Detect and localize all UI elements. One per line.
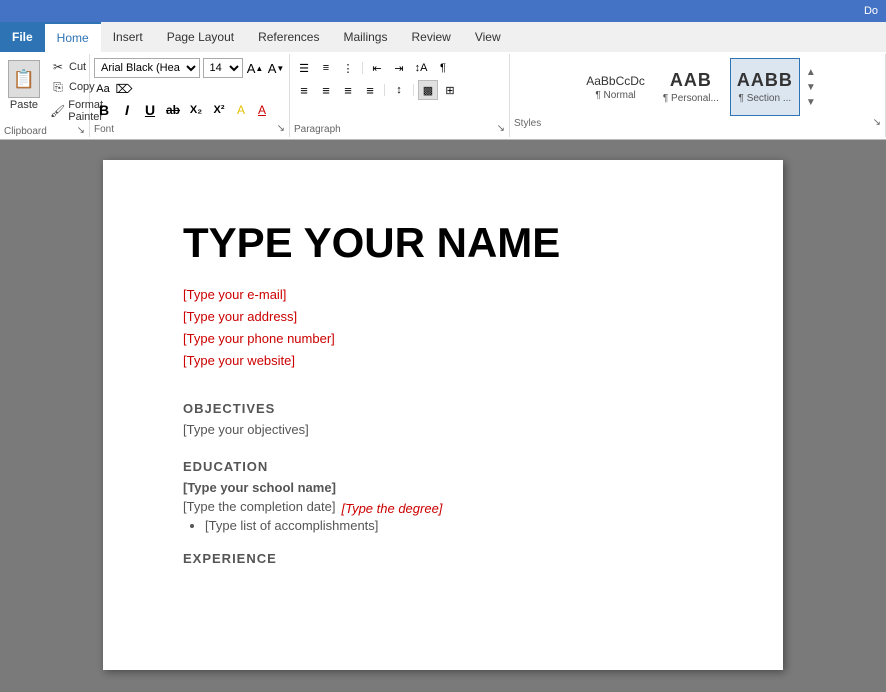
styles-up-btn[interactable]: ▲ [806, 67, 816, 78]
para-group-label: Paragraph [294, 124, 341, 135]
school-name: [Type your school name] [183, 480, 703, 495]
style-personal-name: ¶ Personal... [663, 93, 719, 104]
align-left-btn[interactable]: ≡ [294, 80, 314, 100]
styles-group-label: Styles [514, 118, 541, 129]
objectives-heading: OBJECTIVES [183, 401, 703, 416]
para-expand-icon[interactable]: ↘ [497, 123, 505, 134]
numbering-btn[interactable]: ≡ [316, 58, 336, 78]
border-btn[interactable]: ⊞ [440, 80, 460, 100]
style-personal-preview: AAB [670, 70, 712, 91]
styles-expand-btn[interactable]: ▼ [806, 97, 816, 108]
degree: [Type the degree] [341, 501, 442, 516]
cut-label: Cut [69, 61, 86, 73]
font-color-btn[interactable]: A [253, 101, 271, 119]
tab-home[interactable]: Home [45, 22, 101, 52]
font-expand-icon[interactable]: ↘ [277, 123, 285, 134]
education-details-row: [Type the completion date] [Type the deg… [183, 499, 703, 518]
text-highlight-btn[interactable]: A [232, 101, 250, 119]
clipboard-group: 📋 Paste ✂ Cut ⎘ Copy 🖌 Format Painter [0, 54, 90, 137]
strikethrough-button[interactable]: ab [163, 100, 183, 120]
clear-formatting-btn[interactable]: ⌦ [115, 80, 133, 98]
experience-heading: EXPERIENCE [183, 551, 703, 566]
paste-label: Paste [10, 99, 38, 111]
show-formatting-btn[interactable]: ¶ [433, 58, 453, 78]
tab-view[interactable]: View [463, 22, 513, 52]
subscript-button[interactable]: X₂ [186, 100, 206, 120]
decrease-font-btn[interactable]: A▼ [267, 59, 285, 77]
change-case-btn[interactable]: Aa [94, 80, 112, 98]
shading-btn[interactable]: ▩ [418, 80, 438, 100]
multilevel-list-btn[interactable]: ⋮ [338, 58, 358, 78]
contact-info: [Type your e-mail] [Type your address] [… [183, 284, 703, 372]
title-bar: Do [0, 0, 886, 22]
paste-button[interactable]: 📋 Paste [4, 58, 44, 113]
justify-btn[interactable]: ≡ [360, 80, 380, 100]
style-normal[interactable]: AaBbCcDc ¶ Normal [579, 58, 652, 116]
style-normal-preview: AaBbCcDc [586, 74, 645, 88]
clipboard-footer: Clipboard ↘ [4, 124, 85, 137]
styles-group: AaBbCcDc ¶ Normal AAB ¶ Personal... AABB… [510, 54, 886, 137]
bold-button[interactable]: B [94, 100, 114, 120]
cut-icon: ✂ [50, 59, 66, 75]
document-area: TYPE YOUR NAME [Type your e-mail] [Type … [0, 140, 886, 690]
font-size-select[interactable]: 14 [203, 58, 243, 78]
copy-icon: ⎘ [50, 79, 66, 95]
font-name-select[interactable]: Arial Black (Hea [94, 58, 200, 78]
objectives-text: [Type your objectives] [183, 422, 703, 437]
styles-down-btn[interactable]: ▼ [806, 82, 816, 93]
name-heading: TYPE YOUR NAME [183, 220, 703, 266]
accomplishments-list: [Type list of accomplishments] [205, 518, 703, 533]
ribbon-tabs: File Home Insert Page Layout References … [0, 22, 886, 52]
style-section-name: ¶ Section ... [739, 93, 792, 104]
styles-row: AaBbCcDc ¶ Normal AAB ¶ Personal... AABB… [579, 58, 816, 116]
style-section[interactable]: AABB ¶ Section ... [730, 58, 800, 116]
paragraph-group: ☰ ≡ ⋮ ⇤ ⇥ ↕A ¶ ≡ ≡ ≡ ≡ ↕ ▩ ⊞ Par [290, 54, 510, 137]
email-line: [Type your e-mail] [183, 284, 703, 306]
font-group: Arial Black (Hea 14 A▲ A▼ Aa ⌦ B I U ab … [90, 54, 290, 137]
tab-insert[interactable]: Insert [101, 22, 155, 52]
tab-file[interactable]: File [0, 22, 45, 52]
increase-indent-btn[interactable]: ⇥ [389, 58, 409, 78]
title-text: Do [864, 5, 878, 17]
address-line: [Type your address] [183, 306, 703, 328]
underline-button[interactable]: U [140, 100, 160, 120]
bullets-btn[interactable]: ☰ [294, 58, 314, 78]
completion-date: [Type the completion date] [183, 499, 335, 514]
document-page: TYPE YOUR NAME [Type your e-mail] [Type … [103, 160, 783, 670]
tab-references[interactable]: References [246, 22, 331, 52]
decrease-indent-btn[interactable]: ⇤ [367, 58, 387, 78]
styles-expand-icon[interactable]: ↘ [873, 117, 881, 128]
superscript-button[interactable]: X² [209, 100, 229, 120]
tab-review[interactable]: Review [399, 22, 462, 52]
font-footer: Font ↘ [94, 122, 285, 135]
style-personal[interactable]: AAB ¶ Personal... [656, 58, 726, 116]
style-normal-name: ¶ Normal [595, 90, 635, 101]
italic-button[interactable]: I [117, 100, 137, 120]
tab-mailings[interactable]: Mailings [331, 22, 399, 52]
clipboard-expand-icon[interactable]: ↘ [77, 125, 85, 136]
phone-line: [Type your phone number] [183, 328, 703, 350]
education-heading: EDUCATION [183, 459, 703, 474]
ribbon-content: 📋 Paste ✂ Cut ⎘ Copy 🖌 Format Painter [0, 52, 886, 140]
sort-btn[interactable]: ↕A [411, 58, 431, 78]
line-spacing-btn[interactable]: ↕ [389, 80, 409, 100]
clipboard-group-label: Clipboard [4, 126, 47, 137]
styles-footer: Styles ↘ [514, 116, 881, 129]
align-center-btn[interactable]: ≡ [316, 80, 336, 100]
para-footer: Paragraph ↘ [294, 122, 505, 135]
font-group-label: Font [94, 124, 114, 135]
style-section-preview: AABB [737, 70, 793, 91]
increase-font-btn[interactable]: A▲ [246, 59, 264, 77]
align-right-btn[interactable]: ≡ [338, 80, 358, 100]
paste-icon: 📋 [8, 60, 40, 98]
tab-page-layout[interactable]: Page Layout [155, 22, 246, 52]
website-line: [Type your website] [183, 350, 703, 372]
format-painter-icon: 🖌 [50, 103, 65, 119]
accomplishments-item: [Type list of accomplishments] [205, 518, 703, 533]
